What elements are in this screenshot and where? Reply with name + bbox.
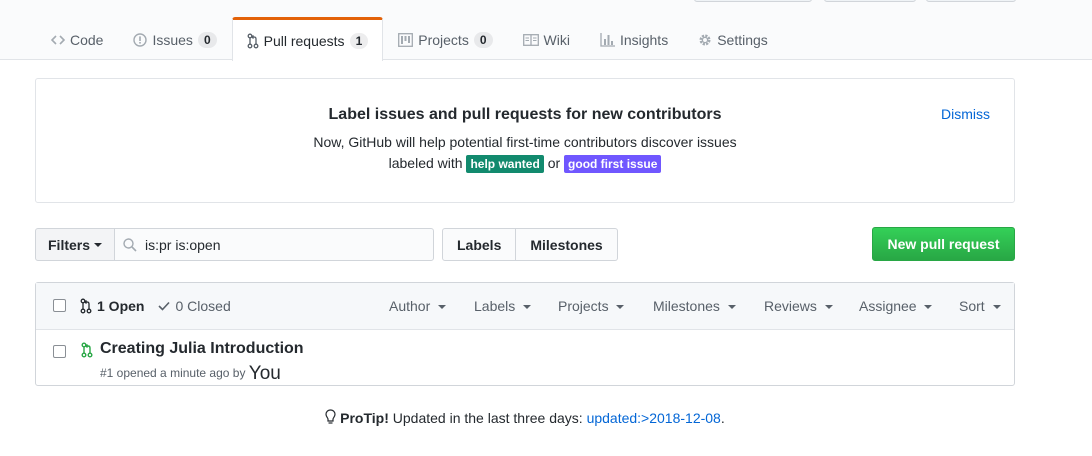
menu-label: Reviews	[764, 298, 817, 314]
author-link[interactable]: You	[249, 363, 281, 384]
caret-down-icon	[727, 305, 736, 310]
book-icon	[522, 34, 539, 46]
git-pull-request-open-icon	[81, 342, 93, 358]
notice-or-text: or	[547, 155, 561, 171]
caret-down-icon	[924, 305, 933, 310]
open-filter-link[interactable]: 1 Open	[80, 298, 144, 314]
open-count: 1 Open	[97, 298, 145, 314]
labels-filter-menu[interactable]: Labels	[474, 298, 532, 314]
caret-down-icon	[94, 242, 103, 247]
tab-label: Wiki	[543, 32, 570, 48]
tab-wiki[interactable]: Wiki	[508, 17, 585, 60]
tab-issues[interactable]: Issues 0	[118, 17, 231, 60]
git-pull-request-icon	[247, 33, 259, 49]
projects-counter: 0	[473, 32, 493, 48]
caret-down-icon	[824, 305, 833, 310]
sort-menu[interactable]: Sort	[959, 298, 1001, 314]
pull-request-list: 1 Open 0 Closed Author Labels Projects M…	[35, 282, 1015, 386]
project-icon	[398, 33, 414, 47]
tab-label: Settings	[717, 32, 768, 48]
notice-labeled-with-text: labeled with	[388, 155, 463, 171]
tab-settings[interactable]: Settings	[683, 17, 783, 60]
pull-request-meta: #1 opened a minute ago by You	[100, 361, 281, 384]
good-first-issue-label[interactable]: good first issue	[564, 155, 662, 173]
reviews-filter-menu[interactable]: Reviews	[764, 298, 833, 314]
list-header: 1 Open 0 Closed Author Labels Projects M…	[36, 283, 1014, 330]
milestones-button[interactable]: Milestones	[516, 228, 618, 261]
pull-request-title-link[interactable]: Creating Julia Introduction	[100, 340, 304, 358]
select-all-checkbox[interactable]	[53, 299, 66, 312]
search-field	[114, 228, 434, 261]
repo-tabs: Code Issues 0 Pull requests 1 Projects 0	[36, 17, 783, 61]
git-pull-request-icon	[80, 298, 92, 314]
row-checkbox[interactable]	[53, 345, 66, 358]
caret-down-icon	[438, 305, 447, 310]
tab-code[interactable]: Code	[36, 17, 118, 60]
protip: ProTip! Updated in the last three days: …	[0, 409, 1050, 428]
assignee-filter-menu[interactable]: Assignee	[859, 298, 933, 314]
filters-dropdown-button[interactable]: Filters	[35, 228, 115, 261]
author-filter-menu[interactable]: Author	[389, 298, 447, 314]
dismiss-link[interactable]: Dismiss	[941, 106, 990, 122]
protip-suffix: .	[720, 410, 725, 426]
notice-labels-line: labeled with help wanted or good first i…	[36, 155, 1014, 173]
check-icon	[158, 301, 171, 311]
watch-button[interactable]	[694, 0, 812, 2]
search-input[interactable]	[145, 236, 425, 253]
menu-label: Sort	[959, 298, 985, 314]
notice-title: Label issues and pull requests for new c…	[328, 106, 722, 123]
menu-label: Projects	[558, 298, 609, 314]
menu-label: Author	[389, 298, 431, 314]
tab-label: Code	[70, 32, 104, 48]
tab-label: Issues	[152, 32, 193, 48]
fork-button[interactable]	[926, 0, 1016, 2]
code-icon	[51, 34, 65, 46]
notice-description: Now, GitHub will help potential first-ti…	[313, 134, 737, 150]
filters-label: Filters	[48, 236, 91, 253]
graph-icon	[600, 33, 615, 47]
caret-down-icon	[616, 305, 625, 310]
milestones-filter-menu[interactable]: Milestones	[653, 298, 736, 314]
protip-prefix: ProTip!	[340, 410, 389, 426]
tab-projects[interactable]: Projects 0	[383, 17, 507, 60]
help-wanted-label[interactable]: help wanted	[466, 155, 544, 173]
closed-filter-link[interactable]: 0 Closed	[158, 298, 231, 314]
new-pull-request-button[interactable]: New pull request	[872, 227, 1015, 261]
gear-icon	[698, 33, 712, 47]
state-toggles: 1 Open 0 Closed	[80, 298, 231, 314]
tab-label: Insights	[619, 32, 669, 48]
menu-label: Labels	[474, 298, 516, 314]
protip-search-link[interactable]: updated:>2018-12-08	[587, 410, 721, 426]
labels-button[interactable]: Labels	[442, 228, 517, 261]
caret-down-icon	[992, 305, 1001, 310]
search-icon	[115, 237, 145, 252]
tab-pull-requests[interactable]: Pull requests 1	[231, 17, 384, 61]
closed-count: 0 Closed	[175, 298, 231, 314]
pull-request-opened-text: #1 opened a minute ago by	[100, 366, 246, 380]
light-bulb-icon	[325, 409, 336, 428]
labels-milestones-group: Labels Milestones	[442, 228, 618, 261]
menu-label: Assignee	[859, 298, 917, 314]
tab-label: Pull requests	[263, 32, 345, 49]
new-contributor-notice: Label issues and pull requests for new c…	[35, 78, 1015, 203]
repo-header: Code Issues 0 Pull requests 1 Projects 0	[0, 0, 1092, 61]
star-button[interactable]	[824, 0, 916, 2]
issues-counter: 0	[197, 32, 217, 48]
protip-text: Updated in the last three days:	[392, 410, 583, 426]
tab-insights[interactable]: Insights	[585, 17, 683, 60]
caret-down-icon	[523, 305, 532, 310]
list-item: Creating Julia Introduction #1 opened a …	[36, 330, 1014, 385]
pull-requests-counter: 1	[349, 32, 369, 49]
projects-filter-menu[interactable]: Projects	[558, 298, 625, 314]
tab-label: Projects	[418, 32, 469, 48]
menu-label: Milestones	[653, 298, 720, 314]
issue-opened-icon	[133, 33, 148, 47]
